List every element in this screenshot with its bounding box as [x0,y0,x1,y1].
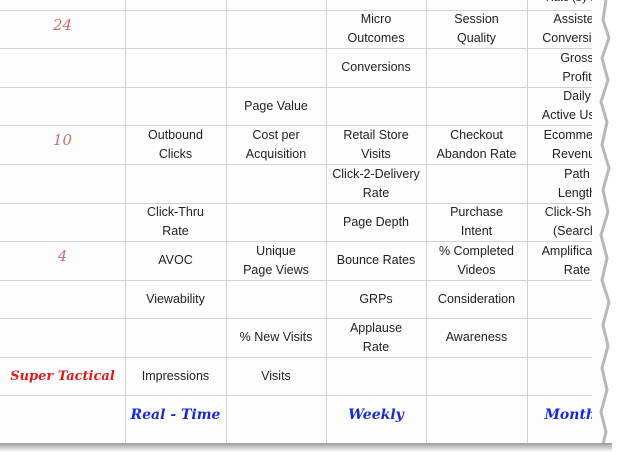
metric-cell[interactable]: Outbound Clicks [125,125,226,164]
metric-cell[interactable]: Session Quality [426,10,527,48]
metric-cell[interactable]: Purchase Intent [426,203,527,241]
page-shadow [0,443,612,452]
metric-cell[interactable]: Conversions [326,48,426,87]
metric-cell[interactable]: Viewability [125,280,226,318]
row-number-4: 4 [57,246,68,265]
column-header-weekly: Weekly [348,406,404,423]
metric-cell[interactable]: % New Visits [226,318,326,357]
metric-cell[interactable]: Visits [226,357,326,395]
metric-cell[interactable]: GRPs [326,280,426,318]
metric-cell[interactable]: Page Value [226,87,326,125]
grid-line [0,48,610,49]
metric-cell[interactable]: Awareness [426,318,527,357]
metric-cell[interactable]: Click-2-Delivery Rate [326,164,426,203]
metric-cell[interactable]: Retail Store Visits [326,125,426,164]
grid-line [0,164,610,165]
metric-cell[interactable]: AVOC [125,241,226,280]
grid-line [0,395,610,396]
metric-cell[interactable]: % Completed Videos [426,241,527,280]
metric-cell[interactable]: Impressions [125,357,226,395]
row-label-super-tactical: Super Tactical [10,368,115,384]
metric-cell[interactable]: Click-Thru Rate [125,203,226,241]
column-header-real-time: Real - Time [130,406,221,423]
metric-cell[interactable]: Checkout Abandon Rate [426,125,527,164]
metric-cell[interactable]: Applause Rate [326,318,426,357]
metric-cell[interactable]: Cost per Acquisition [226,125,326,164]
torn-edge-decoration [592,0,625,452]
row-number-24: 24 [52,15,73,34]
metric-cell[interactable]: Unique Page Views [226,241,326,280]
metric-cell[interactable]: Page Depth [326,203,426,241]
metric-cell[interactable]: Bounce Rates [326,241,426,280]
row-number-10: 10 [52,130,73,149]
metric-cell[interactable]: Consideration [426,280,527,318]
spreadsheet-sheet: Rate (by FY) 24 10 4 Micro OutcomesSessi… [0,0,610,445]
metric-cell[interactable]: Micro Outcomes [326,10,426,48]
